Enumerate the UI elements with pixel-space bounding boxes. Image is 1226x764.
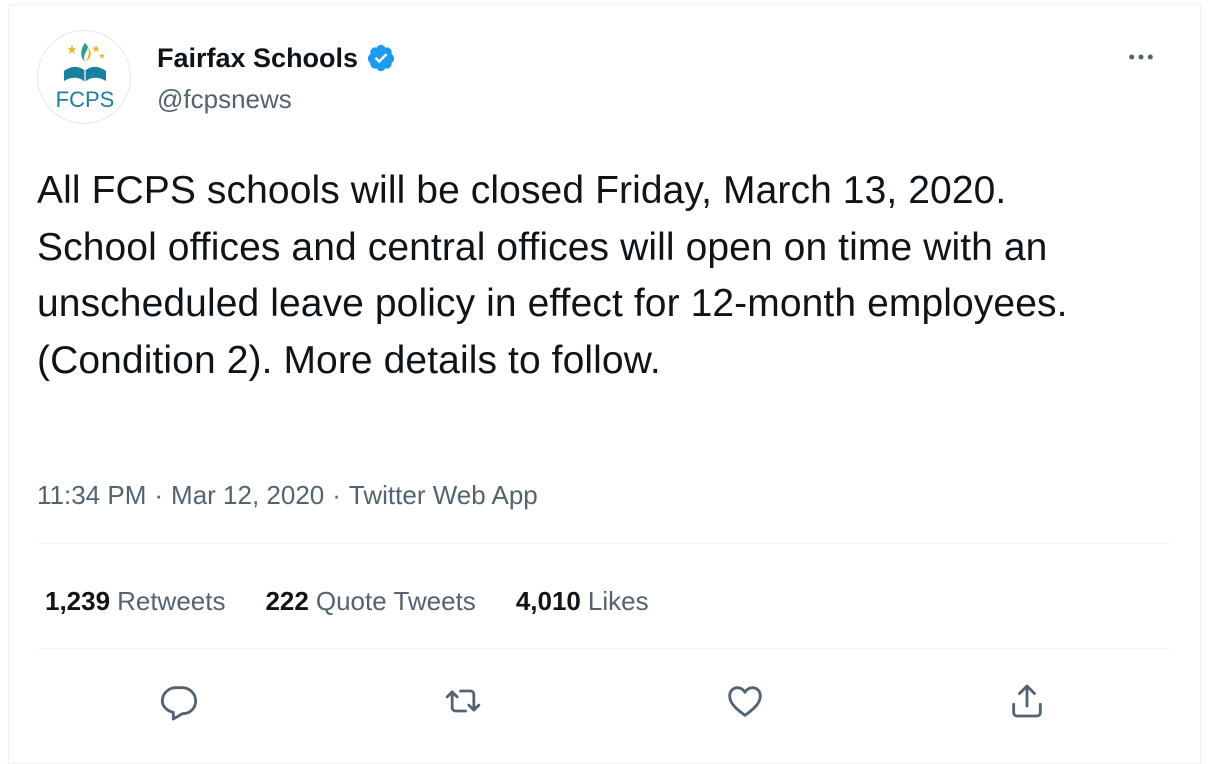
tweet-date[interactable]: Mar 12, 2020 <box>171 475 324 515</box>
likes-stat[interactable]: 4,010 Likes <box>516 581 649 621</box>
likes-count: 4,010 <box>515 586 581 616</box>
tweet-text: All FCPS schools will be closed Friday, … <box>37 163 1187 389</box>
like-button[interactable] <box>717 673 773 729</box>
quote-tweets-count: 222 <box>265 586 309 616</box>
retweet-button[interactable] <box>435 673 491 729</box>
tweet-source[interactable]: Twitter Web App <box>349 475 538 515</box>
divider <box>37 648 1169 649</box>
heart-icon <box>728 686 762 717</box>
display-name[interactable]: Fairfax Schools <box>157 41 396 75</box>
meta-separator: · <box>154 480 164 510</box>
avatar[interactable]: FCPS <box>37 30 131 124</box>
handle[interactable]: @fcpsnews <box>157 82 292 116</box>
tweet-meta: 11:34 PM · Mar 12, 2020 · Twitter Web Ap… <box>37 475 538 515</box>
reply-icon <box>160 686 198 721</box>
reply-button[interactable] <box>151 673 207 729</box>
divider <box>37 543 1169 544</box>
retweet-icon <box>445 689 481 713</box>
retweets-stat[interactable]: 1,239 Retweets <box>45 581 225 621</box>
tweet-text-line-2: School offices and central offices will … <box>37 225 1068 382</box>
svg-text:FCPS: FCPS <box>56 87 115 112</box>
more-button[interactable] <box>1119 35 1163 79</box>
action-bar <box>9 673 1202 733</box>
tweet-time[interactable]: 11:34 PM <box>37 475 146 515</box>
more-dots-icon <box>1129 54 1153 60</box>
display-name-text[interactable]: Fairfax Schools <box>157 41 358 75</box>
verified-badge-icon <box>367 44 395 72</box>
meta-separator: · <box>332 480 341 510</box>
retweets-count: 1,239 <box>45 586 111 616</box>
quote-tweets-stat[interactable]: 222 Quote Tweets <box>265 581 475 621</box>
quote-tweets-label: Quote Tweets <box>315 586 476 616</box>
retweets-label: Retweets <box>117 586 226 616</box>
fcps-logo-icon: FCPS <box>56 43 115 112</box>
share-button[interactable] <box>999 673 1055 729</box>
tweet-stats: 1,239 Retweets 222 Quote Tweets 4,010 Likes <box>45 581 689 621</box>
share-icon <box>1012 684 1042 718</box>
likes-label: Likes <box>587 586 649 616</box>
tweet-card: FCPS Fairfax Schools @fcpsnews All FCPS … <box>8 4 1201 764</box>
tweet-text-line-1: All FCPS schools will be closed Friday, … <box>37 169 1007 212</box>
